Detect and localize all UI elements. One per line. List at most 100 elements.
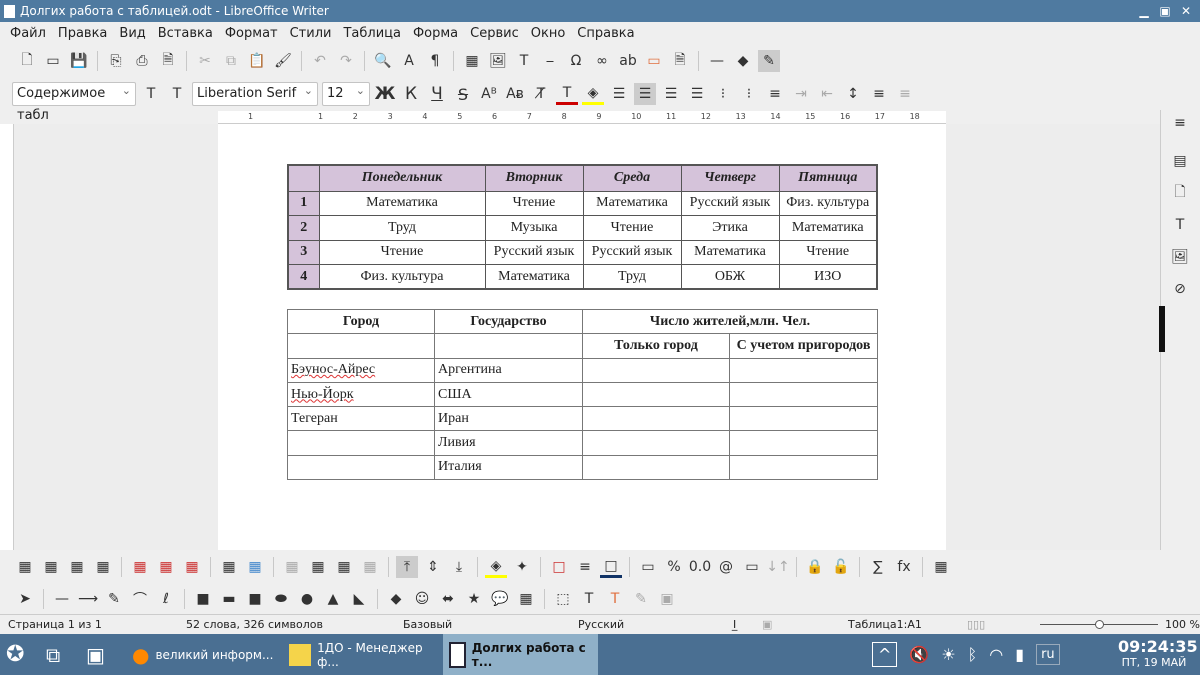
callouts-icon[interactable]: 💬 xyxy=(489,588,511,610)
subscript-icon[interactable]: Aᴃ xyxy=(504,83,526,105)
cell[interactable]: Ливия xyxy=(434,430,583,456)
cell[interactable]: Математика xyxy=(680,239,780,265)
align-top-icon[interactable]: ⤒ xyxy=(396,556,418,578)
battery-icon[interactable]: ▮ xyxy=(1015,645,1024,664)
header-cell[interactable]: Город xyxy=(287,308,435,335)
page-icon[interactable]: 🗋 xyxy=(1169,182,1191,204)
menu-icon[interactable]: ≡ xyxy=(1169,112,1191,134)
task-writer-active[interactable]: Долгих работа с т... xyxy=(443,634,598,675)
update-style-icon[interactable]: T xyxy=(140,83,162,105)
menu-edit[interactable]: Правка xyxy=(52,26,113,41)
minimize-button[interactable]: ▁ xyxy=(1136,3,1152,19)
cell[interactable]: Чтение xyxy=(582,215,682,241)
cell[interactable] xyxy=(729,430,878,456)
triangle-icon[interactable]: ▲ xyxy=(322,588,344,610)
block-arrows-icon[interactable]: ⬌ xyxy=(437,588,459,610)
unprotect-cells-icon[interactable]: 🔓 xyxy=(830,556,852,578)
cell[interactable] xyxy=(729,357,878,383)
insert-caption-icon[interactable]: ▭ xyxy=(741,556,763,578)
clock[interactable]: 09:24:35 ПТ, 19 МАЙ xyxy=(1118,637,1198,669)
gallery-icon[interactable]: 🖼 xyxy=(1169,246,1191,268)
arrow-line-icon[interactable]: ⟶ xyxy=(77,588,99,610)
export-pdf-icon[interactable]: ⎘ xyxy=(105,50,127,72)
cell[interactable] xyxy=(287,333,435,359)
cell[interactable] xyxy=(287,430,435,456)
cut-icon[interactable]: ✂ xyxy=(194,50,216,72)
cell[interactable]: Иран xyxy=(434,406,583,432)
word-count[interactable]: 52 слова, 326 символов xyxy=(186,615,323,635)
cell[interactable] xyxy=(729,381,878,408)
highlight-icon[interactable]: ◈ xyxy=(582,83,604,105)
insert-mode-icon[interactable]: I̲ xyxy=(733,615,736,635)
select-cell-icon[interactable]: ▦ xyxy=(218,556,240,578)
split-cells-icon[interactable]: ▦ xyxy=(307,556,329,578)
cell[interactable]: Математика xyxy=(484,264,584,290)
cell[interactable]: Математика xyxy=(582,190,682,216)
italic-button[interactable]: К xyxy=(400,83,422,105)
cell[interactable]: Бэунос-Айрес xyxy=(287,357,435,383)
comment-icon[interactable]: ▭ xyxy=(643,50,665,72)
decrease-indent-icon[interactable]: ⇤ xyxy=(816,83,838,105)
cell[interactable]: 4 xyxy=(287,264,320,290)
diamond-shapes-icon[interactable]: ◆ xyxy=(385,588,407,610)
page-style[interactable]: Базовый xyxy=(403,615,452,635)
circle-icon[interactable]: ● xyxy=(296,588,318,610)
cell[interactable]: Аргентина xyxy=(434,357,583,383)
font-name-select[interactable]: Liberation Serif xyxy=(192,80,318,106)
freeform-icon[interactable]: ℓ xyxy=(155,588,177,610)
cell[interactable] xyxy=(287,454,435,481)
menu-help[interactable]: Справка xyxy=(571,26,640,41)
flowchart-icon[interactable]: ▦ xyxy=(515,588,537,610)
undo-icon[interactable]: ↶ xyxy=(309,50,331,72)
menu-file[interactable]: Файл xyxy=(4,26,52,41)
cell[interactable]: Нью-Йорк xyxy=(287,381,435,408)
clone-formatting-icon[interactable]: 🖌 xyxy=(272,50,294,72)
cell[interactable]: Русский язык xyxy=(582,239,682,265)
increase-indent-icon[interactable]: ⇥ xyxy=(790,83,812,105)
header-cell[interactable]: Среда xyxy=(582,164,682,192)
menu-form[interactable]: Форма xyxy=(407,26,464,41)
print-icon[interactable]: ⎙ xyxy=(131,50,153,72)
borders-icon[interactable]: □ xyxy=(548,556,570,578)
stars-icon[interactable]: ★ xyxy=(463,588,485,610)
bluetooth-icon[interactable]: ᛒ xyxy=(968,645,978,664)
volume-muted-icon[interactable]: 🔇 xyxy=(909,645,929,664)
formatting-marks-icon[interactable]: ¶ xyxy=(424,50,446,72)
cell[interactable]: Математика xyxy=(778,215,878,241)
header-cell[interactable]: Четверг xyxy=(680,164,780,192)
basic-shapes-icon[interactable]: ◆ xyxy=(732,50,754,72)
optimize-icon[interactable]: ▦ xyxy=(359,556,381,578)
symbol-shapes-icon[interactable]: ☺ xyxy=(411,588,433,610)
page-count[interactable]: Страница 1 из 1 xyxy=(8,615,102,635)
cell[interactable]: Италия xyxy=(434,454,583,481)
delete-rows-icon[interactable]: ▦ xyxy=(129,556,151,578)
percent-icon[interactable]: % xyxy=(663,556,685,578)
cell[interactable]: Тегеран xyxy=(287,406,435,432)
cell[interactable]: ОБЖ xyxy=(680,264,780,290)
merge-cells-icon[interactable]: ▦ xyxy=(281,556,303,578)
cell[interactable] xyxy=(729,454,878,481)
align-center-icon[interactable]: ☰ xyxy=(634,83,656,105)
cell[interactable]: ИЗО xyxy=(778,264,878,290)
insert-table-icon[interactable]: ▦ xyxy=(461,50,483,72)
line-icon[interactable]: — xyxy=(51,588,73,610)
paragraph-spacing-icon[interactable]: ≡ xyxy=(868,83,890,105)
delete-table-icon[interactable]: ▦ xyxy=(181,556,203,578)
menu-table[interactable]: Таблица xyxy=(337,26,407,41)
toggle-point-edit-icon[interactable]: ⬚ xyxy=(552,588,574,610)
properties-icon[interactable]: ▤ xyxy=(1169,150,1191,172)
copy-icon[interactable]: ⧉ xyxy=(220,50,242,72)
cell[interactable]: Труд xyxy=(582,264,682,290)
line-spacing-icon[interactable]: ↕ xyxy=(842,83,864,105)
menu-view[interactable]: Вид xyxy=(113,26,151,41)
numbering-icon[interactable]: ⁝ xyxy=(738,83,760,105)
font-size-select[interactable]: 12 xyxy=(322,80,370,106)
square-icon[interactable]: ■ xyxy=(244,588,266,610)
auto-format-icon[interactable]: @ xyxy=(715,556,737,578)
new-document-icon[interactable]: 🗋 xyxy=(16,50,38,72)
tray-expand-icon[interactable]: ^ xyxy=(872,642,898,667)
border-style-icon[interactable]: ≡ xyxy=(574,556,596,578)
fontwork-icon[interactable]: T xyxy=(604,588,626,610)
new-style-icon[interactable]: T xyxy=(166,83,188,105)
track-changes-icon[interactable]: 🗎 xyxy=(669,50,691,72)
